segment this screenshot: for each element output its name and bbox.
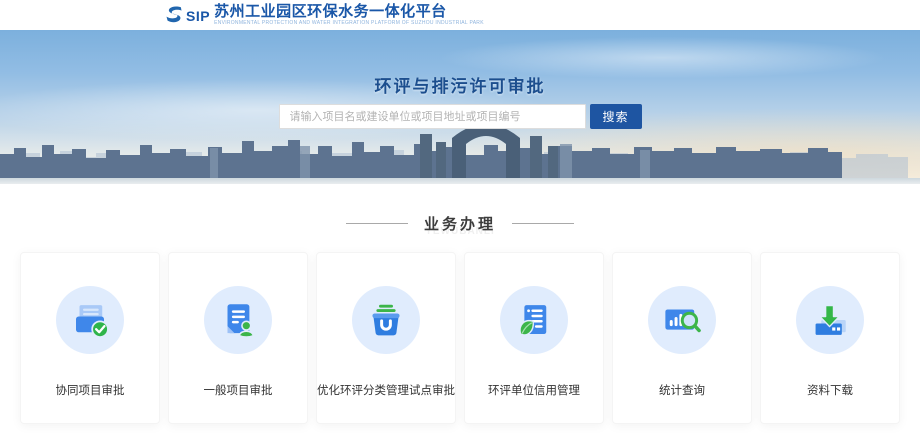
heading-line-right	[512, 223, 574, 224]
card-optimized-eia-pilot-approval[interactable]: 优化环评分类管理试点审批	[316, 252, 456, 424]
site-subtitle: ENVIRONMENTAL PROTECTION AND WATER INTEG…	[214, 20, 484, 27]
document-user-icon	[217, 299, 259, 341]
icon-circle	[204, 286, 272, 354]
card-general-project-approval[interactable]: 一般项目审批	[168, 252, 308, 424]
section-heading: YEWUBANLI 业务办理	[0, 208, 920, 238]
search-bar: 搜索	[0, 104, 920, 129]
top-header: SIP 苏州工业园区环保水务一体化平台 ENVIRONMENTAL PROTEC…	[0, 0, 920, 30]
sip-swoosh-icon	[163, 4, 185, 26]
hero-banner: 环评与排污许可审批 搜索	[0, 30, 920, 184]
search-button[interactable]: 搜索	[590, 104, 642, 129]
download-icon	[809, 299, 851, 341]
card-collaborative-project-approval[interactable]: 协同项目审批	[20, 252, 160, 424]
card-label: 优化环评分类管理试点审批	[317, 382, 455, 398]
search-input[interactable]	[279, 104, 586, 129]
card-data-download[interactable]: 资料下载	[760, 252, 900, 424]
icon-circle	[796, 286, 864, 354]
icon-circle	[56, 286, 124, 354]
water-strip	[0, 178, 920, 184]
card-label: 统计查询	[613, 382, 751, 398]
card-statistics-query[interactable]: 统计查询	[612, 252, 752, 424]
card-label: 协同项目审批	[21, 382, 159, 398]
logo-sip-text: SIP	[186, 8, 210, 24]
card-eia-unit-credit-management[interactable]: 环评单位信用管理	[464, 252, 604, 424]
document-leaf-icon	[513, 299, 555, 341]
card-label: 资料下载	[761, 382, 899, 398]
icon-circle	[352, 286, 420, 354]
card-label: 一般项目审批	[169, 382, 307, 398]
section-title: 业务办理	[424, 213, 496, 234]
icon-circle	[500, 286, 568, 354]
card-label: 环评单位信用管理	[465, 382, 603, 398]
site-title: 苏州工业园区环保水务一体化平台	[214, 3, 484, 20]
heading-line-left	[346, 223, 408, 224]
site-logo[interactable]: SIP 苏州工业园区环保水务一体化平台 ENVIRONMENTAL PROTEC…	[163, 3, 484, 27]
service-cards: 协同项目审批 一般项目审批 优化	[20, 252, 900, 424]
icon-circle	[648, 286, 716, 354]
hero-title: 环评与排污许可审批	[0, 72, 920, 97]
file-box-check-icon	[69, 299, 111, 341]
chart-search-icon	[661, 299, 703, 341]
storage-box-icon	[365, 299, 407, 341]
